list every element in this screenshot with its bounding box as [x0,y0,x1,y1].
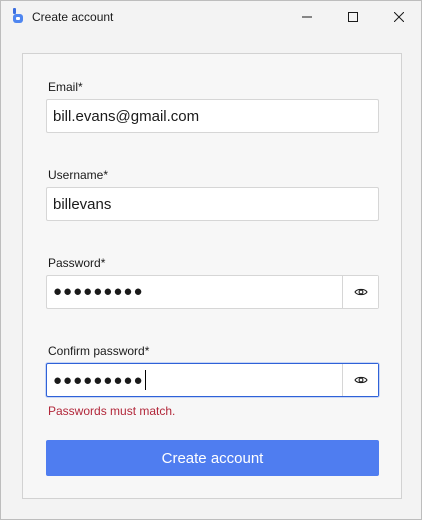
minimize-button[interactable] [284,1,330,32]
email-field[interactable]: bill.evans@gmail.com [46,99,379,133]
close-button[interactable] [376,1,422,32]
maximize-button[interactable] [330,1,376,32]
eye-icon [353,376,368,384]
email-value: bill.evans@gmail.com [53,108,200,125]
maximize-icon [348,11,358,22]
password-value: ●●●●●●●●● [53,283,144,300]
username-value: billevans [53,196,112,213]
password-field[interactable]: ●●●●●●●●● [46,275,379,309]
create-account-button[interactable]: Create account [46,440,379,476]
text-caret [144,370,146,390]
title-bar[interactable]: Create account [1,1,421,33]
eye-icon [353,288,368,296]
confirm-password-text: ●●●●●●●●● [53,370,146,391]
confirm-password-value: ●●●●●●●●● [53,371,144,389]
password-mismatch-error: Passwords must match. [48,404,176,418]
minimize-icon [302,16,312,17]
form-panel: Email* bill.evans@gmail.com Username* bi… [22,53,402,499]
password-label: Password* [48,256,106,270]
username-field[interactable]: billevans [46,187,379,221]
app-logo-icon [12,8,24,24]
show-password-button[interactable] [342,276,378,308]
window-title: Create account [32,10,114,24]
close-icon [394,11,404,22]
create-account-window: Create account Email* bill.evans@gmail.c… [0,0,422,520]
confirm-password-label: Confirm password* [48,344,150,358]
username-label: Username* [48,168,109,182]
email-label: Email* [48,80,83,94]
confirm-password-field[interactable]: ●●●●●●●●● [46,363,379,397]
show-confirm-password-button[interactable] [342,364,378,396]
